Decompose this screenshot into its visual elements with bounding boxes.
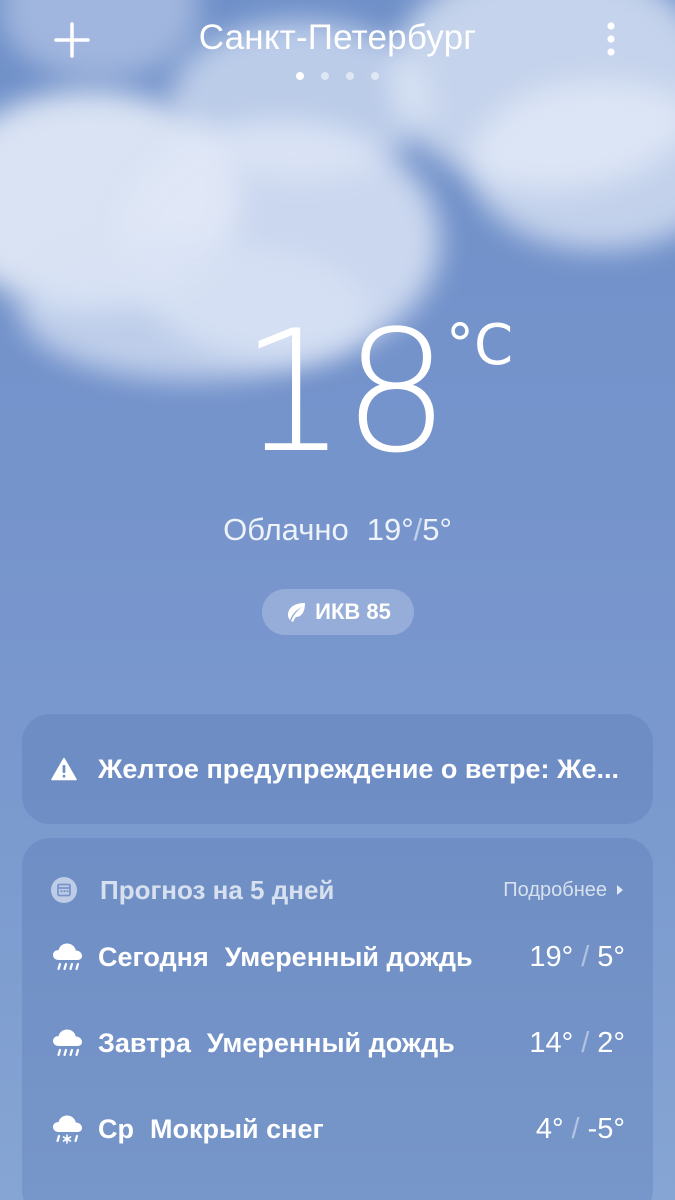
five-day-forecast-card: Прогноз на 5 дней Подробнее Сегодня Умер… [22, 838, 653, 1200]
temp-separator: / [581, 940, 590, 973]
forecast-low: -5° [587, 1112, 625, 1145]
forecast-day: Сегодня [98, 941, 209, 972]
cloud [470, 80, 675, 250]
page-indicator [0, 72, 675, 80]
forecast-day: Завтра [98, 1027, 191, 1058]
condition-text: Облачно [223, 512, 349, 547]
cloud [0, 90, 240, 310]
leaf-icon [288, 603, 306, 622]
current-temperature-block: 18 °C [0, 300, 675, 500]
page-dot[interactable] [321, 72, 329, 80]
forecast-temps: 19°/5° [529, 941, 625, 974]
forecast-low: 2° [597, 1026, 625, 1059]
temp-separator: / [571, 1112, 580, 1145]
forecast-row[interactable]: Завтра Умеренный дождь 14°/2° [50, 1018, 625, 1068]
aqi-label: ИКВ 85 [315, 599, 391, 624]
more-label: Подробнее [503, 878, 607, 901]
forecast-header: Прогноз на 5 дней Подробнее [50, 872, 625, 908]
forecast-low: 5° [597, 940, 625, 973]
page-dot[interactable] [371, 72, 379, 80]
forecast-temps: 14°/2° [529, 1027, 625, 1060]
rain-cloud-icon [50, 1025, 86, 1061]
chevron-right-icon [617, 885, 623, 895]
temperature-unit: °C [446, 313, 514, 378]
forecast-high: 19° [529, 940, 574, 973]
aqi-badge[interactable]: ИКВ 85 [262, 589, 414, 635]
today-low: 5° [422, 512, 452, 547]
forecast-title: Прогноз на 5 дней [100, 874, 335, 905]
rain-cloud-icon [50, 939, 86, 975]
current-temperature: 18 [240, 294, 450, 490]
forecast-condition: Мокрый снег [150, 1113, 324, 1144]
forecast-day: Ср [98, 1113, 134, 1144]
more-options-button[interactable] [591, 14, 631, 64]
temp-separator: / [581, 1026, 590, 1059]
more-vertical-icon [607, 22, 615, 56]
forecast-more-link[interactable]: Подробнее [503, 879, 625, 902]
forecast-high: 14° [529, 1026, 574, 1059]
forecast-row[interactable]: Сегодня Умеренный дождь 19°/5° [50, 932, 625, 982]
forecast-condition: Умеренный дождь [224, 941, 473, 972]
calendar-icon [50, 876, 78, 904]
page-dot[interactable] [346, 72, 354, 80]
forecast-condition: Умеренный дождь [206, 1027, 455, 1058]
forecast-temps: 4° / -5° [536, 1113, 625, 1146]
condition-summary: Облачно 19°/5° [0, 512, 675, 548]
sleet-cloud-icon [50, 1111, 86, 1147]
page-dot-active[interactable] [296, 72, 304, 80]
weather-alert-card[interactable]: Желтое предупреждение о ветре: Же... [22, 714, 653, 824]
forecast-high: 4° [535, 1112, 564, 1145]
alert-text: Желтое предупреждение о ветре: Же... [98, 753, 619, 784]
city-name: Санкт-Петербург [198, 18, 477, 57]
warning-triangle-icon [50, 755, 78, 783]
today-high: 19° [366, 512, 414, 547]
temp-separator: / [413, 512, 423, 547]
forecast-row[interactable]: Ср Мокрый снег 4° / -5° [50, 1104, 625, 1154]
top-bar: Санкт-Петербург [0, 0, 675, 90]
